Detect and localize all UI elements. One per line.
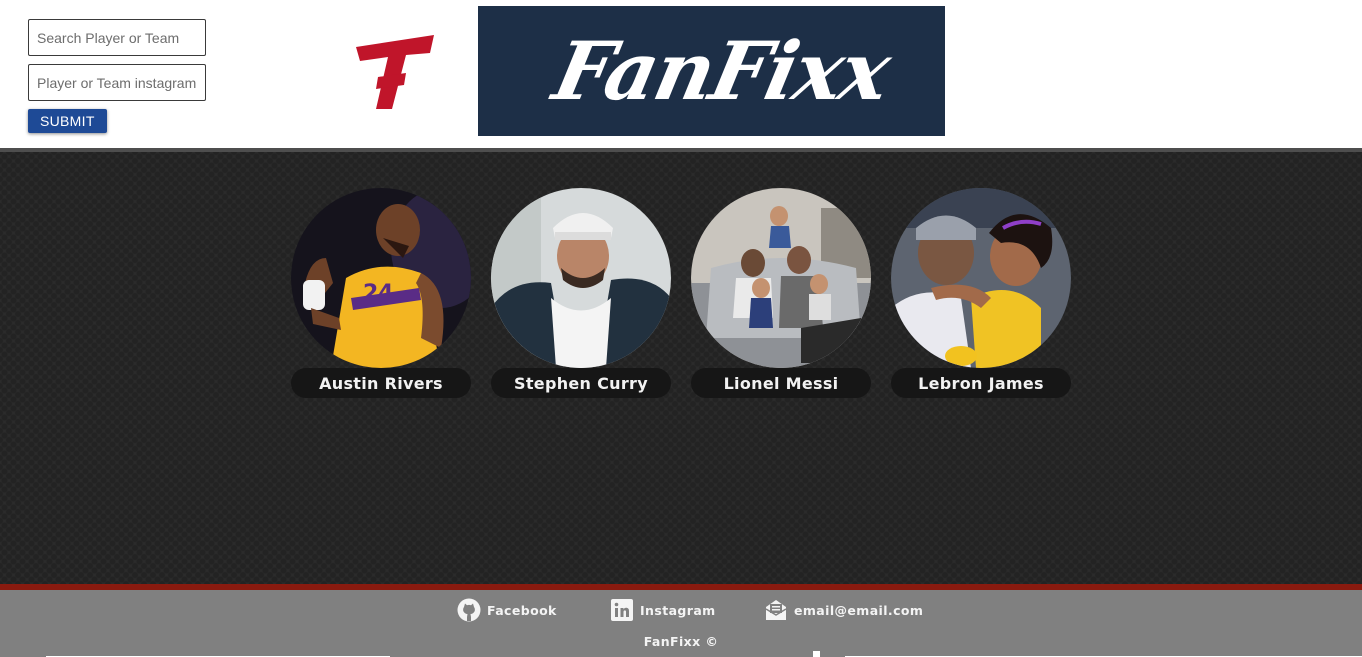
player-photo[interactable] bbox=[491, 188, 671, 368]
submit-button[interactable]: SUBMIT bbox=[28, 109, 107, 133]
facebook-label: Facebook bbox=[487, 602, 557, 618]
player-card[interactable]: 24 Austin Rivers bbox=[291, 188, 471, 398]
fanfixx-logo-mark bbox=[356, 35, 434, 109]
player-photo[interactable]: 24 bbox=[291, 188, 471, 368]
envelope-icon bbox=[765, 600, 787, 620]
player-card[interactable]: Lebron James bbox=[891, 188, 1071, 398]
site-footer: Facebook Instagram email@email.com FanFi… bbox=[0, 590, 1362, 657]
search-form: SUBMIT bbox=[28, 19, 206, 133]
instagram-label: Instagram bbox=[640, 602, 716, 618]
logo-wordmark: FanFixx bbox=[546, 24, 897, 118]
search-input[interactable] bbox=[28, 19, 206, 56]
player-cards: 24 Austin Rivers Stephen Curry Lionel Me… bbox=[291, 188, 1071, 398]
player-name[interactable]: Lebron James bbox=[891, 368, 1071, 398]
instagram-input[interactable] bbox=[28, 64, 206, 101]
linkedin-icon bbox=[611, 599, 633, 621]
email-link[interactable]: email@email.com bbox=[764, 598, 923, 622]
copyright-text: FanFixx © bbox=[643, 634, 719, 649]
site-header: SUBMIT FanFixx bbox=[0, 0, 1362, 148]
player-card[interactable]: Lionel Messi bbox=[691, 188, 871, 398]
facebook-link[interactable]: Facebook bbox=[457, 598, 557, 622]
player-name[interactable]: Austin Rivers bbox=[291, 368, 471, 398]
player-gallery: 24 Austin Rivers Stephen Curry Lionel Me… bbox=[0, 152, 1362, 584]
player-name[interactable]: Stephen Curry bbox=[491, 368, 671, 398]
svg-text:24: 24 bbox=[363, 281, 394, 306]
fanfixx-logo-banner: FanFixx bbox=[478, 6, 945, 136]
player-name[interactable]: Lionel Messi bbox=[691, 368, 871, 398]
player-photo[interactable] bbox=[691, 188, 871, 368]
email-label: email@email.com bbox=[794, 602, 924, 618]
github-icon bbox=[457, 598, 481, 622]
player-photo[interactable] bbox=[891, 188, 1071, 368]
player-card[interactable]: Stephen Curry bbox=[491, 188, 671, 398]
scroll-marker bbox=[813, 651, 820, 657]
instagram-link[interactable]: Instagram bbox=[610, 598, 716, 622]
